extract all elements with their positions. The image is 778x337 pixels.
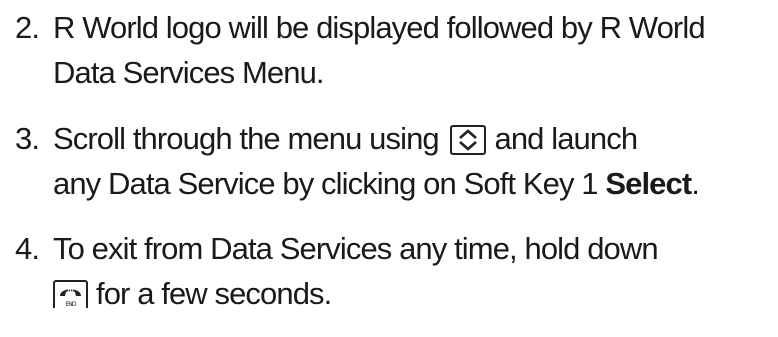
up-down-arrow-key-icon	[450, 125, 487, 155]
step-text-line1-before-icon: Scroll through the menu using	[53, 121, 440, 156]
step-text-line2: any Data Service by clicking on Soft Key…	[15, 161, 775, 206]
end-call-key-icon: END	[53, 280, 88, 308]
step-text-line2-before-bold: any Data Service by clicking on Soft Key…	[53, 166, 599, 201]
step-text-line2: Data Services Menu.	[53, 55, 325, 90]
step-number: 4.	[15, 231, 40, 266]
step-2: 2. R World logo will be displayed followe…	[15, 5, 775, 95]
step-text-line1: To exit from Data Services any time, hol…	[53, 231, 659, 266]
step-number: 3.	[15, 121, 40, 156]
select-softkey-label: Select	[605, 166, 692, 201]
step-number: 2.	[15, 10, 40, 45]
step-text-line1: R World logo will be displayed followed …	[53, 10, 706, 45]
step-4: 4. To exit from Data Services any time, h…	[15, 226, 775, 316]
step-text-line2-punct: .	[691, 166, 700, 201]
end-key-label: END	[65, 301, 76, 308]
step-text-line2: END for a few seconds.	[15, 271, 775, 316]
step-text-line1-after-icon: and launch	[494, 121, 638, 156]
step-3: 3. Scroll through the menu using and laun…	[15, 116, 775, 206]
step-text-line2-after-icon: for a few seconds.	[96, 276, 332, 311]
